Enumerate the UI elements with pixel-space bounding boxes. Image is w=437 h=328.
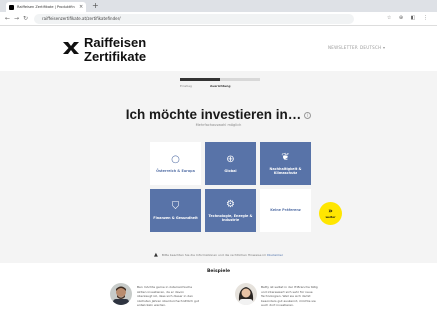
disclaimer-notice: ▲ Bitte beachten Sie die Informationen u… — [0, 252, 437, 258]
page-title: Ich möchte investieren in… i — [0, 107, 437, 122]
subline: Mehrfachauswahl möglich — [195, 123, 242, 127]
leaf-icon: ❦ — [281, 151, 290, 163]
new-tab-button[interactable]: + — [92, 1, 99, 10]
tile-label: Finanzen & Gesundheit — [153, 215, 198, 220]
avatar-betty — [235, 283, 257, 305]
weiter-button[interactable]: » weiter — [319, 202, 342, 225]
logo-text-zertifikate[interactable]: Zertifikate — [84, 49, 146, 64]
address-bar-row: ← → ↻ raiffeisenzertifikate.at/zertifika… — [0, 12, 437, 26]
shield-icon: ⛉ — [171, 200, 180, 212]
tile-technologie[interactable]: ⚙ Technologie, Energie & Industrie — [205, 189, 256, 232]
tile-label: Technologie, Energie & Industrie — [208, 213, 253, 222]
favicon-icon — [9, 4, 14, 10]
tab-title: Raiffeisen Zertifikate | Produktfinder — [17, 5, 75, 9]
progress-step-current: Ausrichtung — [210, 84, 231, 88]
browser-tab-bar: Raiffeisen Zertifikate | Produktfinder ×… — [0, 0, 437, 12]
tile-global[interactable]: ⊕ Global — [205, 142, 256, 185]
newsletter-link[interactable]: NEWSLETTER — [328, 45, 358, 50]
progress-bar — [180, 78, 260, 81]
headline-text: Ich möchte investieren in… — [125, 107, 302, 122]
toolbar-icons[interactable]: ☆ ⊕ ◧ ⋮ — [387, 15, 431, 21]
tile-nachhaltigkeit[interactable]: ❦ Nachhaltigkeit & Klimaschutz — [260, 142, 311, 185]
page-content: Raiffeisen Zertifikate NEWSLETTER DEUTSC… — [0, 27, 437, 328]
tile-label: Keine Präferenz — [270, 208, 301, 213]
warning-icon: ▲ — [154, 252, 158, 258]
progress-step-start: Einstieg — [180, 84, 192, 88]
back-icon[interactable]: ← — [5, 15, 10, 22]
tile-keine-praeferenz[interactable]: Keine Präferenz — [260, 189, 311, 232]
reload-icon[interactable]: ↻ — [23, 15, 28, 22]
tile-finanzen-gesundheit[interactable]: ⛉ Finanzen & Gesundheit — [150, 189, 201, 232]
tile-oesterreich-europa[interactable]: ○ Österreich & Europa — [150, 142, 201, 185]
example-text-betty: Betty ist selbst in der IT-Branche tätig… — [261, 285, 318, 307]
tile-label: Nachhaltigkeit & Klimaschutz — [269, 166, 302, 175]
language-selector[interactable]: DEUTSCH ▾ — [360, 45, 385, 50]
logo-text-raiffeisen[interactable]: Raiffeisen — [84, 35, 146, 50]
raiffeisen-logo-icon[interactable] — [62, 39, 80, 57]
forward-icon[interactable]: → — [14, 15, 19, 22]
weiter-label: weiter — [325, 215, 336, 219]
circle-icon: ○ — [171, 153, 180, 165]
browser-tab[interactable]: Raiffeisen Zertifikate | Produktfinder × — [6, 2, 86, 12]
url-field[interactable]: raiffeisenzertifikate.at/zertifikatefind… — [34, 14, 354, 24]
notice-text: Bitte beachten Sie die Informationen und… — [161, 253, 267, 257]
close-tab-icon[interactable]: × — [79, 4, 83, 10]
info-icon[interactable]: i — [304, 111, 312, 119]
progress-fill — [180, 78, 220, 81]
double-chevron-right-icon: » — [328, 207, 333, 215]
examples-title: Beispiele — [206, 269, 231, 274]
disclaimer-link[interactable]: Disclaimer — [267, 253, 283, 257]
examples-section: Beispiele Ben möchte gerne in österreich… — [0, 263, 437, 328]
gear-icon: ⚙ — [226, 198, 235, 210]
example-text-ben: Ben möchte gerne in österreichische Akti… — [137, 285, 199, 307]
site-header: Raiffeisen Zertifikate NEWSLETTER DEUTSC… — [0, 27, 437, 71]
tile-label: Österreich & Europa — [156, 168, 195, 173]
tile-label: Global — [224, 168, 237, 173]
globe-icon: ⊕ — [226, 153, 235, 165]
avatar-ben — [110, 283, 132, 305]
